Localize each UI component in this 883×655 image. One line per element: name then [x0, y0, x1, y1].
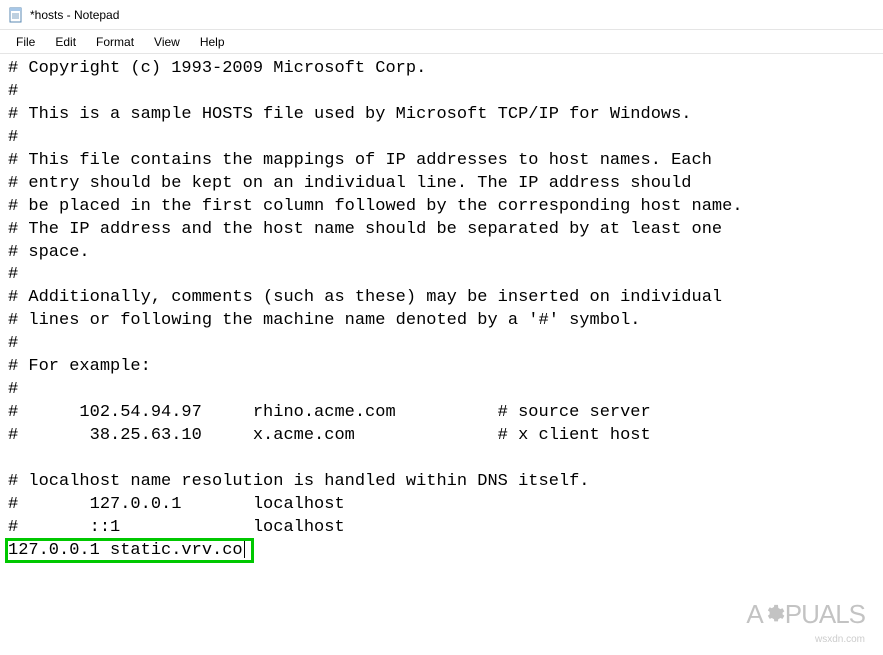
editor-line: # Copyright (c) 1993-2009 Microsoft Corp… — [8, 58, 875, 81]
watermark-sub: wsxdn.com — [815, 634, 865, 645]
editor-line: 127.0.0.1 static.vrv.co — [8, 540, 875, 563]
editor-line: # entry should be kept on an individual … — [8, 173, 875, 196]
gear-icon — [763, 601, 785, 632]
editor-line: # — [8, 379, 875, 402]
editor-line: # ::1 localhost — [8, 517, 875, 540]
menu-edit[interactable]: Edit — [45, 33, 86, 51]
editor-line: # Additionally, comments (such as these)… — [8, 287, 875, 310]
editor-line: # — [8, 333, 875, 356]
text-editor[interactable]: # Copyright (c) 1993-2009 Microsoft Corp… — [0, 54, 883, 567]
window-title: *hosts - Notepad — [30, 8, 119, 22]
editor-line: # 127.0.0.1 localhost — [8, 494, 875, 517]
menu-file[interactable]: File — [6, 33, 45, 51]
editor-line: # The IP address and the host name shoul… — [8, 219, 875, 242]
editor-line: # 38.25.63.10 x.acme.com # x client host — [8, 425, 875, 448]
notepad-icon — [8, 7, 24, 23]
editor-line — [8, 448, 875, 471]
watermark-pre: A — [746, 599, 762, 629]
editor-line: # space. — [8, 242, 875, 265]
editor-line: # This file contains the mappings of IP … — [8, 150, 875, 173]
watermark-post: PUALS — [785, 599, 865, 629]
menubar: File Edit Format View Help — [0, 30, 883, 54]
editor-line: # For example: — [8, 356, 875, 379]
editor-line: # lines or following the machine name de… — [8, 310, 875, 333]
menu-format[interactable]: Format — [86, 33, 144, 51]
editor-line: # localhost name resolution is handled w… — [8, 471, 875, 494]
watermark: A PUALS wsxdn.com — [746, 599, 865, 645]
editor-line: # 102.54.94.97 rhino.acme.com # source s… — [8, 402, 875, 425]
editor-line: # — [8, 264, 875, 287]
menu-help[interactable]: Help — [190, 33, 235, 51]
editor-line: # This is a sample HOSTS file used by Mi… — [8, 104, 875, 127]
editor-line: # — [8, 81, 875, 104]
editor-line: # — [8, 127, 875, 150]
watermark-brand: A PUALS — [746, 599, 865, 632]
titlebar: *hosts - Notepad — [0, 0, 883, 30]
menu-view[interactable]: View — [144, 33, 190, 51]
editor-line: # be placed in the first column followed… — [8, 196, 875, 219]
